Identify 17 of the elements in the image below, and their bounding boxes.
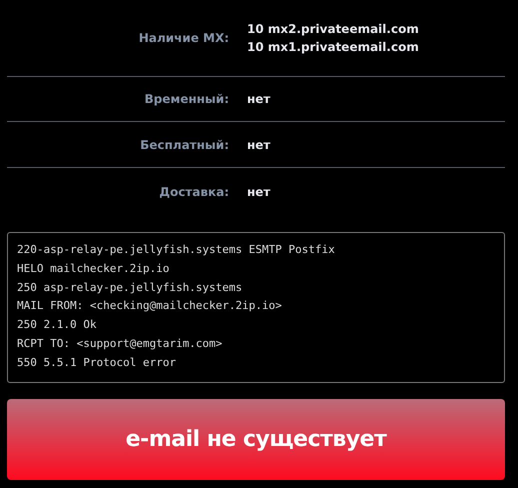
field-value: нет — [247, 184, 270, 200]
field-value: нет — [247, 91, 270, 108]
log-line: MAIL FROM: <checking@mailchecker.2ip.io> — [17, 298, 282, 314]
result-banner: e-mail не существует — [7, 398, 505, 480]
field-label: Доставка: — [159, 184, 229, 198]
log-line: 250 2.1.0 Ok — [17, 317, 96, 334]
field-label: Наличие MX: — [138, 31, 229, 45]
field-value: 10 mx2.privateemail.com — [247, 21, 419, 38]
log-line: 220-asp-relay-pe.jellyfish.systems ESMTP Postfix — [17, 242, 335, 258]
field-label: Бесплатный: — [140, 138, 229, 152]
log-line: 250 asp-relay-pe.jellyfish.systems — [17, 280, 242, 296]
field-value: нет — [247, 136, 270, 154]
log-line: RCPT TO: <support@emgtarim.com> — [17, 336, 222, 352]
log-line: HELO mailchecker.2ip.io — [17, 260, 170, 277]
log-line: 550 5.5.1 Protocol error — [17, 354, 176, 371]
field-label: Временный: — [144, 92, 229, 106]
field-value: 10 mx1.privateemail.com — [247, 39, 419, 56]
